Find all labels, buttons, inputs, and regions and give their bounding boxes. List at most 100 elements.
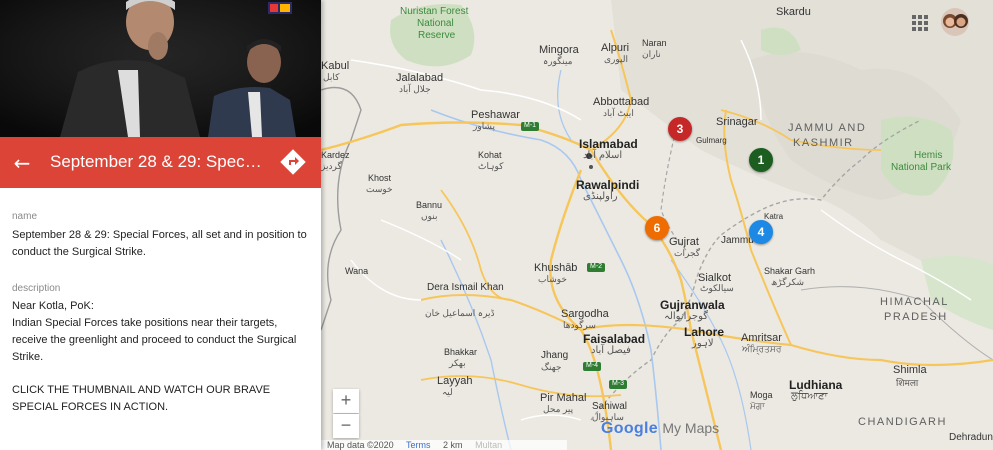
city-label: Shakar Garh xyxy=(764,266,816,276)
city-label-native: جلال آباد xyxy=(399,84,431,94)
city-label-native: گوجرانوالہ xyxy=(664,311,709,322)
description-line-location: Near Kotla, PoK: xyxy=(12,300,94,312)
city-label: Dera Ismail Khan xyxy=(427,282,504,293)
zoom-out-button[interactable]: − xyxy=(333,414,359,438)
city-label-native: اسلام آباد xyxy=(583,150,623,161)
city-label-native: الپوری xyxy=(604,54,628,64)
map-marker-3[interactable]: 3 xyxy=(668,117,692,141)
directions-icon[interactable] xyxy=(280,149,306,175)
city-label-native: فیصل آباد xyxy=(591,345,631,356)
city-label-native: پیر محل xyxy=(543,404,574,414)
city-label-native: گردیز xyxy=(321,161,342,171)
map-marker-6[interactable]: 6 xyxy=(645,216,669,240)
park-label-reserve: Reserve xyxy=(418,30,456,41)
city-label-native: سرگودھا xyxy=(563,320,596,330)
city-label: Wana xyxy=(345,266,369,276)
city-label: Shimla xyxy=(893,364,927,376)
city-label: Srinagar xyxy=(716,116,758,128)
city-label: Peshawar xyxy=(471,109,520,121)
city-label: Jammu xyxy=(721,235,754,246)
region-label-pradesh: PRADESH xyxy=(884,311,948,323)
park-label-nuristan: Nuristan Forest xyxy=(400,6,469,17)
city-label: Kabul xyxy=(321,60,350,72)
city-label-native: لیہ xyxy=(442,387,453,397)
arrow-left-icon[interactable]: ← xyxy=(8,149,36,177)
city-label-native: گجرات xyxy=(674,248,701,258)
google-logo: Google xyxy=(601,420,658,437)
mymaps-logo: My Maps xyxy=(662,420,720,436)
city-label: Sahiwal xyxy=(592,401,628,412)
map-footer: Map data ©2020 Terms 2 km Multan xyxy=(321,440,567,450)
city-label: Gulmarg xyxy=(696,136,727,145)
region-label-chandigarh: CHANDIGARH xyxy=(858,416,947,428)
city-label-native: ناران xyxy=(642,49,661,59)
city-label-native: ਲੁਧਿਆਣਾ xyxy=(791,391,828,402)
map-marker-4[interactable]: 4 xyxy=(749,220,773,244)
thumbnail-image[interactable] xyxy=(0,0,321,137)
city-label-native: پشاور xyxy=(473,121,495,131)
city-label: Faisalabad xyxy=(583,332,646,346)
description-label: description xyxy=(12,283,61,294)
city-label-native: کوہاٹ xyxy=(478,161,504,171)
city-label: Bhakkar xyxy=(444,347,478,357)
city-label-native: शिमला xyxy=(896,378,919,388)
region-label-kashmir: KASHMIR xyxy=(793,137,854,149)
city-label: Alpuri xyxy=(601,42,630,54)
highway-shield-m1: M-1 xyxy=(524,122,537,129)
city-label: Katra xyxy=(764,212,784,221)
map-marker-1[interactable]: 1 xyxy=(749,148,773,172)
city-label: Abbottabad xyxy=(593,96,650,108)
city-label-native: سیالکوٹ xyxy=(700,283,734,293)
city-label-native: بنوں xyxy=(421,211,438,221)
name-value: September 28 & 29: Special Forces, all s… xyxy=(12,229,307,258)
place-label: Multan xyxy=(475,440,503,450)
city-label: Kohat xyxy=(478,150,502,160)
panel-title: September 28 & 29: Special Forces, all s… xyxy=(50,152,265,171)
city-label: Gujrat xyxy=(669,236,699,248)
city-label: Rawalpindi xyxy=(576,178,640,192)
city-label-native: راولپنڈی xyxy=(583,191,618,202)
city-label: Ludhiana xyxy=(789,378,843,392)
city-label-native: شکرگڑھ xyxy=(771,277,805,287)
city-label-native: ڈیرہ اسماعیل خان xyxy=(425,308,495,318)
city-label-native: ਮੋਗਾ xyxy=(750,401,765,411)
region-label-himachal: HIMACHAL xyxy=(880,296,949,308)
highway-shield-m2: M-2 xyxy=(590,263,603,270)
city-label-native: جھنگ xyxy=(541,362,562,372)
scale-label: 2 km xyxy=(443,440,463,450)
city-label: Bannu xyxy=(416,200,443,210)
city-label-native: خوشاب xyxy=(538,274,567,284)
city-label-native: ਅੰਮ੍ਰਿਤਸਰ xyxy=(742,344,782,354)
park-label-national-park: National Park xyxy=(891,162,952,173)
zoom-in-button[interactable]: + xyxy=(333,389,359,413)
highway-shield-m3: M-3 xyxy=(612,380,625,387)
city-label: Khost xyxy=(368,173,392,183)
side-panel: ← September 28 & 29: Special Forces, all… xyxy=(0,0,321,450)
city-label: Kardez xyxy=(321,150,350,160)
city-label: Layyah xyxy=(437,375,473,387)
city-label-native: کابل xyxy=(323,72,340,82)
city-label-native: مینگورہ xyxy=(543,56,573,66)
city-label: Dehradun xyxy=(949,432,993,443)
park-label-hemis: Hemis xyxy=(914,150,943,161)
terms-link[interactable]: Terms xyxy=(406,440,431,450)
name-label: name xyxy=(12,211,38,222)
google-my-maps-logo: Google My Maps xyxy=(601,420,719,438)
description-line-body: Indian Special Forces take positions nea… xyxy=(12,317,297,363)
video-thumbnail[interactable] xyxy=(0,0,321,137)
map-canvas[interactable]: M-1 M-2 M-4 M-3 Nuristan Forest National… xyxy=(321,0,993,450)
city-label: Khushāb xyxy=(534,262,578,274)
city-label: Gujranwala xyxy=(660,298,725,312)
description-line-cta: CLICK THE THUMBNAIL AND WATCH OUR BRAVE … xyxy=(12,384,271,413)
city-label: Skardu xyxy=(776,6,811,18)
city-label-native: ایبٹ آباد xyxy=(603,108,634,118)
city-label: Mingora xyxy=(539,44,579,56)
apps-grid-icon[interactable] xyxy=(911,14,929,32)
city-label: Jalalabad xyxy=(396,72,444,84)
city-label: Moga xyxy=(750,390,773,400)
avatar-icon[interactable] xyxy=(941,8,969,36)
city-label: Sargodha xyxy=(561,308,609,320)
city-label: Pir Mahal xyxy=(540,392,587,404)
city-label: Jhang xyxy=(541,350,569,361)
city-label: Naran xyxy=(642,38,667,48)
